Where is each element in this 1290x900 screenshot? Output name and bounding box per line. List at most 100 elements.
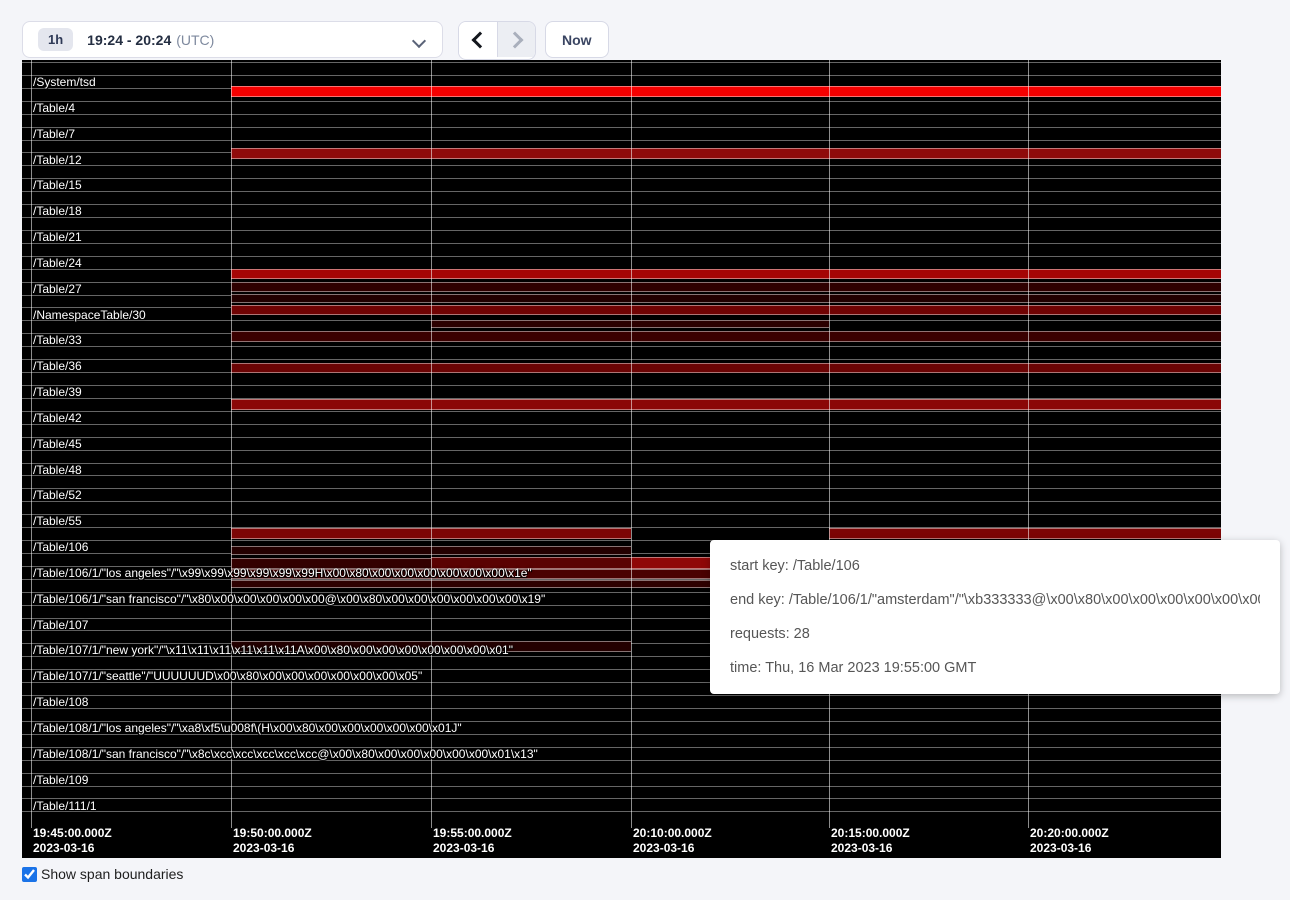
- span-label: /Table/48: [33, 464, 82, 477]
- span-boundary-line: [22, 178, 1221, 179]
- span-label: /Table/39: [33, 386, 82, 399]
- span-boundary-line: [22, 514, 1221, 515]
- tooltip-time: time: Thu, 16 Mar 2023 19:55:00 GMT: [730, 651, 1260, 685]
- span-boundary-line: [22, 773, 1221, 774]
- span-boundary-line: [22, 165, 1221, 166]
- span-boundary-line: [22, 256, 1221, 257]
- time-tick-label: 20:10:00.000Z2023-03-16: [633, 826, 712, 856]
- next-time-button[interactable]: [497, 22, 535, 57]
- time-tick-label: 19:45:00.000Z2023-03-16: [33, 826, 112, 856]
- chevron-down-icon: [412, 34, 426, 48]
- heat-band: [631, 557, 710, 569]
- span-label: /Table/15: [33, 179, 82, 192]
- heat-band: [231, 282, 1221, 292]
- span-label: /Table/108/1/"los angeles"/"\xa8\xf5\u00…: [33, 722, 462, 735]
- tooltip-requests: requests: 28: [730, 617, 1260, 651]
- time-range-selector[interactable]: 1h 19:24 - 20:24 (UTC): [22, 21, 443, 58]
- span-boundary-line: [22, 62, 1221, 63]
- heat-band: [231, 305, 1221, 315]
- span-boundary-line: [22, 101, 1221, 102]
- span-label: /Table/24: [33, 257, 82, 270]
- span-boundary-line: [22, 695, 1221, 696]
- span-label: /Table/33: [33, 334, 82, 347]
- span-label: /NamespaceTable/30: [33, 309, 146, 322]
- span-boundary-line: [22, 114, 1221, 115]
- span-boundary-line: [22, 346, 1221, 347]
- span-label: /System/tsd: [33, 76, 96, 89]
- span-boundary-line: [22, 230, 1221, 231]
- span-boundary-line: [22, 127, 1221, 128]
- span-label: /Table/107/1/"new york"/"\x11\x11\x11\x1…: [33, 644, 513, 657]
- heat-band: [231, 363, 1221, 373]
- span-label: /Table/107/1/"seattle"/"UUUUUUD\x00\x80\…: [33, 670, 422, 683]
- span-label: /Table/52: [33, 489, 82, 502]
- span-boundary-line: [22, 204, 1221, 205]
- span-label: /Table/106/1/"los angeles"/"\x99\x99\x99…: [33, 567, 532, 580]
- span-boundary-line: [22, 243, 1221, 244]
- heat-band: [231, 580, 710, 588]
- time-tick-label: 20:20:00.000Z2023-03-16: [1030, 826, 1109, 856]
- time-tick-label: 20:15:00.000Z2023-03-16: [831, 826, 910, 856]
- span-label: /Table/111/1: [33, 800, 97, 813]
- span-boundary-line: [22, 191, 1221, 192]
- span-label: /Table/108/1/"san francisco"/"\x8c\xcc\x…: [33, 748, 538, 761]
- span-boundary-line: [22, 359, 1221, 360]
- span-label: /Table/55: [33, 515, 82, 528]
- span-label: /Table/7: [33, 128, 75, 141]
- key-visualizer-canvas[interactable]: /System/tsd/Table/4/Table/7/Table/12/Tab…: [22, 60, 1221, 858]
- heat-band: [231, 331, 1221, 342]
- time-gridline: [231, 60, 232, 828]
- heat-band: [231, 269, 1221, 279]
- span-label: /Table/36: [33, 360, 82, 373]
- span-label: /Table/21: [33, 231, 82, 244]
- span-boundary-line: [22, 437, 1221, 438]
- span-boundary-line: [22, 385, 1221, 386]
- heat-band: [231, 148, 1221, 159]
- span-boundary-line: [22, 501, 1221, 502]
- span-label: /Table/12: [33, 154, 82, 167]
- chevron-left-icon: [472, 31, 489, 48]
- span-boundary-line: [22, 798, 1221, 799]
- prev-time-button[interactable]: [459, 22, 497, 57]
- time-gridline: [631, 60, 632, 828]
- heat-band: [829, 528, 1221, 539]
- span-label: /Table/42: [33, 412, 82, 425]
- span-boundary-line: [22, 786, 1221, 787]
- span-boundary-line: [22, 217, 1221, 218]
- span-label: /Table/27: [33, 283, 82, 296]
- span-label: /Table/109: [33, 774, 88, 787]
- now-button[interactable]: Now: [545, 21, 609, 58]
- span-label: /Table/4: [33, 102, 75, 115]
- heat-band: [231, 294, 1221, 303]
- span-boundary-line: [22, 424, 1221, 425]
- time-gridline: [431, 60, 432, 828]
- span-boundary-line: [22, 140, 1221, 141]
- timezone-text: (UTC): [176, 32, 214, 48]
- time-gridline: [31, 60, 32, 828]
- span-label: /Table/106: [33, 541, 88, 554]
- time-tick-label: 19:55:00.000Z2023-03-16: [433, 826, 512, 856]
- span-label: /Table/108: [33, 696, 88, 709]
- show-span-boundaries-row: Show span boundaries: [22, 866, 183, 882]
- toolbar: 1h 19:24 - 20:24 (UTC) Now: [0, 0, 1290, 60]
- heat-band: [431, 320, 829, 328]
- heat-band: [231, 399, 1221, 410]
- show-span-boundaries-label: Show span boundaries: [41, 866, 183, 882]
- span-label: /Table/107: [33, 619, 88, 632]
- span-boundary-line: [22, 708, 1221, 709]
- sample-tooltip: start key: /Table/106 end key: /Table/10…: [710, 540, 1280, 694]
- span-boundary-line: [22, 488, 1221, 489]
- span-label: /Table/45: [33, 438, 82, 451]
- span-label: /Table/18: [33, 205, 82, 218]
- chevron-right-icon: [506, 31, 523, 48]
- span-label: /Table/106/1/"san francisco"/"\x80\x00\x…: [33, 593, 545, 606]
- time-nav-group: [458, 21, 536, 60]
- span-boundary-line: [22, 475, 1221, 476]
- duration-badge: 1h: [38, 28, 73, 51]
- show-span-boundaries-checkbox[interactable]: [22, 867, 37, 882]
- time-tick-label: 19:50:00.000Z2023-03-16: [233, 826, 312, 856]
- tooltip-start-key: start key: /Table/106: [730, 549, 1260, 583]
- span-boundary-line: [22, 811, 1221, 812]
- span-boundary-line: [22, 411, 1221, 412]
- span-boundary-line: [22, 463, 1221, 464]
